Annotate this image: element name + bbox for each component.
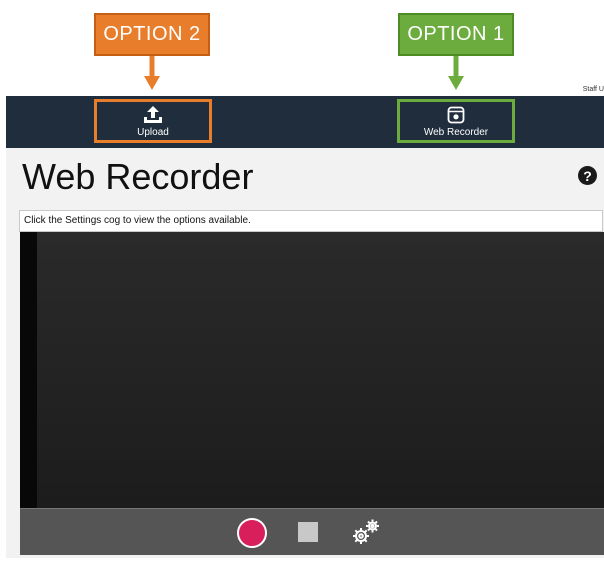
upload-label: Upload (137, 126, 169, 138)
option-2-arrow (142, 56, 162, 92)
web-recorder-button[interactable]: Web Recorder (397, 99, 515, 143)
recorder-controls (20, 508, 604, 555)
recorder-panel: Web Recorder ? Click the Settings cog to… (6, 148, 604, 558)
recorder-icon (447, 105, 465, 125)
user-label[interactable]: Staff U (583, 86, 604, 93)
top-navbar: Upload Web Recorder (6, 96, 604, 148)
settings-hint: Click the Settings cog to view the optio… (19, 210, 603, 232)
stop-button[interactable] (298, 522, 318, 542)
preview-left-bar (20, 232, 37, 508)
upload-button[interactable]: Upload (94, 99, 212, 143)
option-1-callout: OPTION 1 (398, 13, 514, 56)
page-title: Web Recorder (22, 156, 254, 197)
upload-icon (142, 105, 164, 125)
help-icon[interactable]: ? (578, 166, 597, 185)
settings-gears-icon[interactable] (350, 517, 382, 547)
web-recorder-label: Web Recorder (423, 126, 489, 138)
video-preview (20, 232, 604, 508)
option-2-callout: OPTION 2 (94, 13, 210, 56)
option-1-arrow (446, 56, 466, 92)
record-button[interactable] (237, 518, 267, 548)
